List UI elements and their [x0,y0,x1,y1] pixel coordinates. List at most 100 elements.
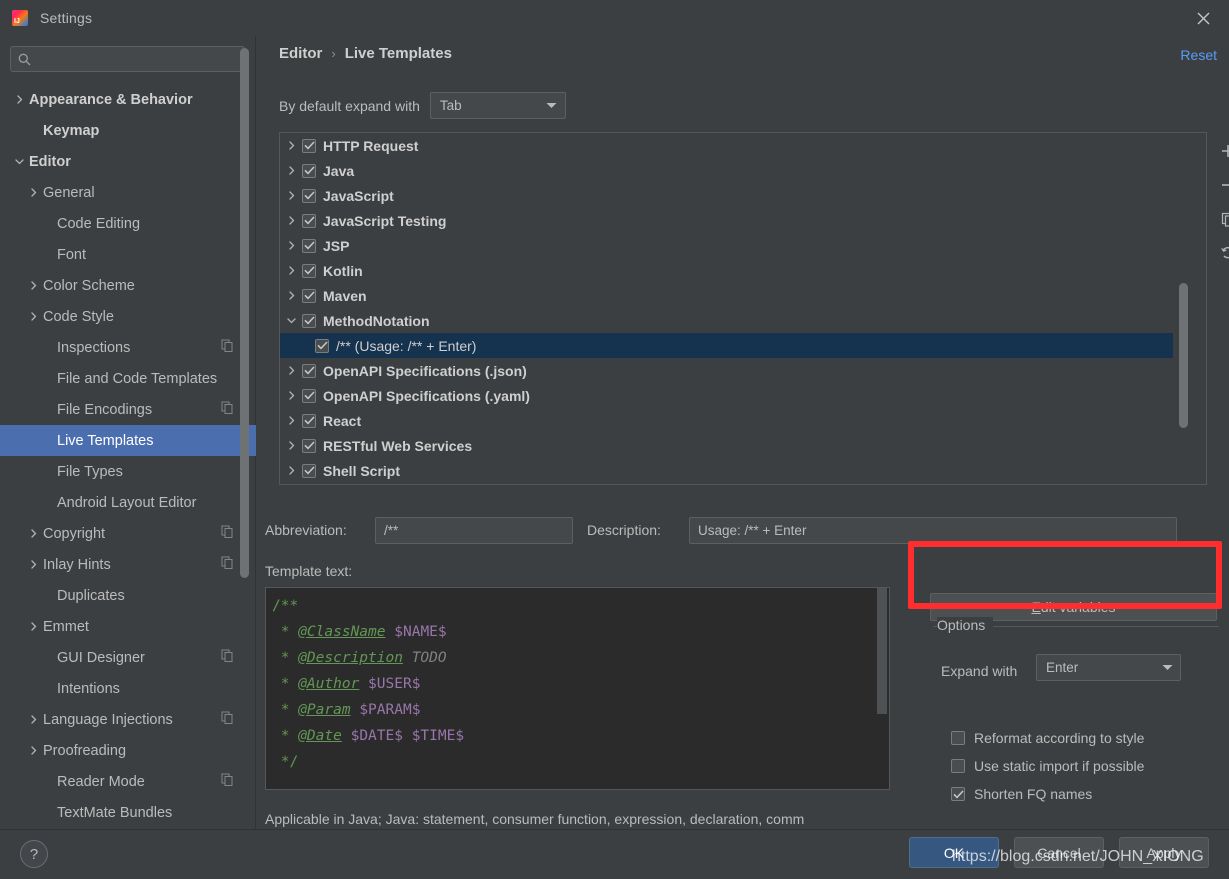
chevron-right-icon[interactable] [280,458,302,483]
copy-settings-icon[interactable] [221,773,234,790]
sidebar-item-android-layout-editor[interactable]: Android Layout Editor [0,487,256,518]
chevron-right-icon[interactable] [280,408,302,433]
template-list-row[interactable]: Kotlin [280,258,1173,283]
template-list-row[interactable]: OpenAPI Specifications (.yaml) [280,383,1173,408]
search-input[interactable] [37,52,237,66]
chevron-right-icon[interactable] [26,186,40,200]
apply-button[interactable]: Apply [1119,837,1209,868]
copy-settings-icon[interactable] [221,339,234,356]
checkbox-use-static-import[interactable]: Use static import if possible [951,758,1144,774]
sidebar-item-general[interactable]: General [0,177,256,208]
template-list-row[interactable]: HTTP Request [280,133,1173,158]
chevron-right-icon[interactable] [280,433,302,458]
template-list-row[interactable]: /** (Usage: /** + Enter) [280,333,1173,358]
chevron-right-icon[interactable] [280,258,302,283]
plus-icon[interactable] [1214,138,1229,164]
chevron-right-icon[interactable] [280,208,302,233]
sidebar-item-language-injections[interactable]: Language Injections [0,704,256,735]
editor-scrollbar[interactable] [875,588,889,789]
chevron-down-icon[interactable] [280,308,302,333]
sidebar-item-keymap[interactable]: Keymap [0,115,256,146]
search-box[interactable] [10,46,245,72]
chevron-right-icon[interactable] [26,744,40,758]
template-list-row[interactable]: JavaScript Testing [280,208,1173,233]
list-scrollbar-thumb[interactable] [1179,283,1188,428]
chevron-right-icon[interactable] [26,310,40,324]
options-expand-dropdown[interactable]: Enter [1036,654,1181,681]
template-checkbox[interactable] [302,138,316,153]
sidebar-item-emmet[interactable]: Emmet [0,611,256,642]
revert-icon[interactable] [1214,240,1229,266]
sidebar-item-proofreading[interactable]: Proofreading [0,735,256,766]
chevron-right-icon[interactable] [280,283,302,308]
sidebar-item-live-templates[interactable]: Live Templates [0,425,256,456]
sidebar-item-file-and-code-templates[interactable]: File and Code Templates [0,363,256,394]
template-checkbox[interactable] [302,288,316,303]
copy-settings-icon[interactable] [221,525,234,542]
sidebar-item-intentions[interactable]: Intentions [0,673,256,704]
sidebar-item-appearance-behavior[interactable]: Appearance & Behavior [0,84,256,115]
template-checkbox[interactable] [302,463,316,478]
template-checkbox[interactable] [302,263,316,278]
template-list-row[interactable]: Shell Script [280,458,1173,483]
template-text-editor[interactable]: /** * @ClassName $NAME$ * @Description T… [265,587,890,790]
sidebar-item-gui-designer[interactable]: GUI Designer [0,642,256,673]
sidebar-scrollbar[interactable] [240,48,249,578]
checkbox-reformat-according-to-style[interactable]: Reformat according to style [951,730,1144,746]
template-checkbox[interactable] [302,413,316,428]
template-text-code[interactable]: /** * @ClassName $NAME$ * @Description T… [266,588,875,789]
sidebar-item-inspections[interactable]: Inspections [0,332,256,363]
help-button[interactable]: ? [20,840,48,868]
sidebar-item-copyright[interactable]: Copyright [0,518,256,549]
chevron-right-icon[interactable] [280,358,302,383]
template-list-row[interactable]: Java [280,158,1173,183]
template-checkbox[interactable] [315,338,329,353]
sidebar-item-file-types[interactable]: File Types [0,456,256,487]
sidebar-item-font[interactable]: Font [0,239,256,270]
sidebar-item-code-editing[interactable]: Code Editing [0,208,256,239]
template-list-row[interactable]: React [280,408,1173,433]
template-checkbox[interactable] [302,388,316,403]
template-checkbox[interactable] [302,238,316,253]
copy-icon[interactable] [1214,206,1229,232]
template-list-row[interactable]: OpenAPI Specifications (.json) [280,358,1173,383]
chevron-right-icon[interactable] [280,133,302,158]
sidebar-item-file-encodings[interactable]: File Encodings [0,394,256,425]
live-templates-list[interactable]: HTTP Request Java JavaScript JavaScript Tes… [280,133,1173,484]
sidebar-item-duplicates[interactable]: Duplicates [0,580,256,611]
ok-button[interactable]: OK [909,837,999,868]
abbreviation-input[interactable]: /** [375,517,573,544]
description-input[interactable]: Usage: /** + Enter [689,517,1177,544]
copy-settings-icon[interactable] [221,401,234,418]
chevron-right-icon[interactable] [280,383,302,408]
template-checkbox[interactable] [302,363,316,378]
chevron-down-icon[interactable] [12,155,26,169]
checkbox-shorten-fq-names[interactable]: Shorten FQ names [951,786,1092,802]
chevron-right-icon[interactable] [280,158,302,183]
chevron-right-icon[interactable] [26,527,40,541]
editor-scrollbar-thumb[interactable] [877,588,887,714]
sidebar-item-code-style[interactable]: Code Style [0,301,256,332]
template-list-row[interactable]: Maven [280,283,1173,308]
chevron-right-icon[interactable] [26,279,40,293]
template-list-row[interactable]: JavaScript [280,183,1173,208]
template-list-row[interactable]: RESTful Web Services [280,433,1173,458]
close-icon[interactable] [1189,6,1217,30]
breadcrumb-parent[interactable]: Editor [279,45,322,62]
chevron-right-icon[interactable] [26,620,40,634]
chevron-right-icon[interactable] [26,558,40,572]
default-expand-dropdown[interactable]: Tab [429,92,566,119]
chevron-right-icon[interactable] [280,183,302,208]
chevron-right-icon[interactable] [26,713,40,727]
sidebar-item-inlay-hints[interactable]: Inlay Hints [0,549,256,580]
copy-settings-icon[interactable] [221,649,234,666]
cancel-button[interactable]: Cancel [1014,837,1104,868]
template-checkbox[interactable] [302,438,316,453]
copy-settings-icon[interactable] [221,556,234,573]
sidebar-item-color-scheme[interactable]: Color Scheme [0,270,256,301]
template-checkbox[interactable] [302,188,316,203]
reset-link[interactable]: Reset [1180,47,1217,63]
chevron-right-icon[interactable] [12,93,26,107]
sidebar-item-editor[interactable]: Editor [0,146,256,177]
template-checkbox[interactable] [302,213,316,228]
